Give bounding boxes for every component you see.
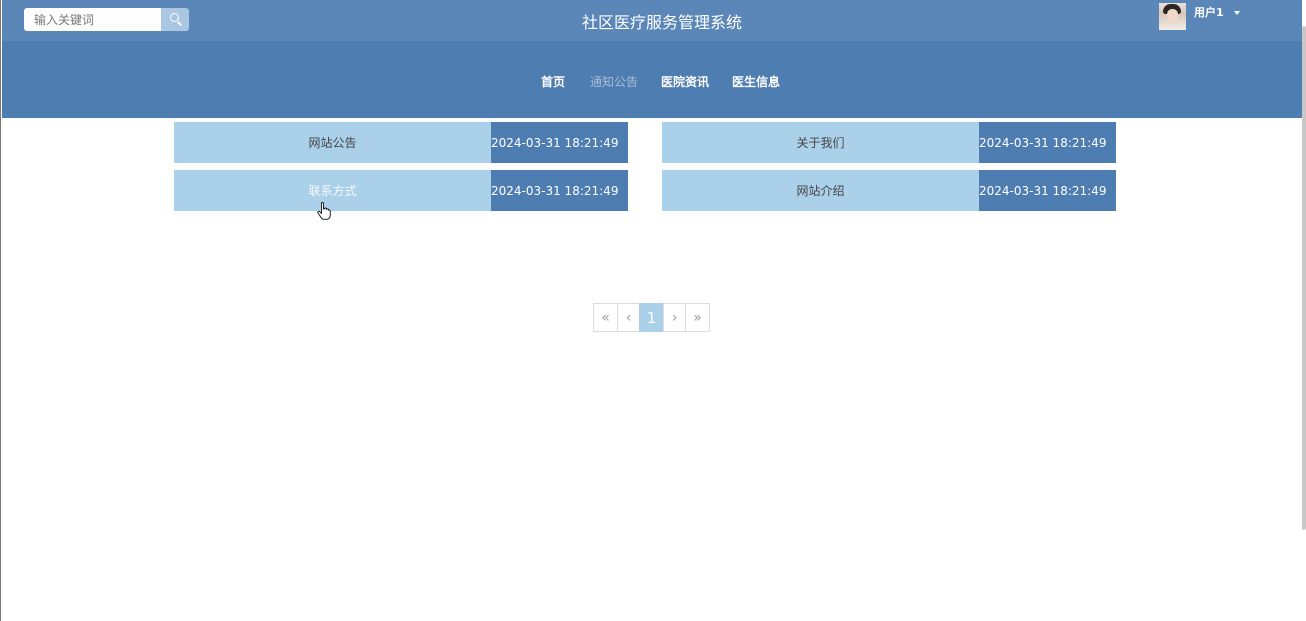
nav-item-hospital-news[interactable]: 医院资讯 [661,73,709,90]
user-name: 用户1 [1194,6,1224,19]
top-bar: 社区医疗服务管理系统 用户1 [2,0,1302,41]
notice-title: 网站介绍 [662,170,979,211]
header: 社区医疗服务管理系统 用户1 首页 通知公告 医院资讯 医生信息 [2,0,1302,118]
notice-date: 2024-03-31 18:21:49 [979,170,1116,211]
notice-date: 2024-03-31 18:21:49 [491,170,628,211]
notice-item[interactable]: 关于我们 2024-03-31 18:21:49 [662,122,1116,163]
notice-title: 联系方式 [174,170,491,211]
last-page-button[interactable]: » [685,303,710,332]
first-page-button[interactable]: « [593,303,618,332]
avatar [1159,3,1186,30]
notice-date: 2024-03-31 18:21:49 [979,122,1116,163]
prev-page-button[interactable]: ‹ [617,303,640,332]
notice-item[interactable]: 网站公告 2024-03-31 18:21:49 [174,122,628,163]
main-nav: 首页 通知公告 医院资讯 医生信息 [2,73,1302,91]
scrollbar[interactable] [1302,26,1306,530]
caret-down-icon [1233,11,1240,15]
hand-cursor-icon [317,202,331,220]
site-title: 社区医疗服务管理系统 [581,13,742,32]
notice-title: 关于我们 [662,122,979,163]
nav-item-doctor-info[interactable]: 医生信息 [732,73,780,90]
notice-item[interactable]: 联系方式 2024-03-31 18:21:49 [174,170,628,211]
nav-item-notices[interactable]: 通知公告 [590,73,638,90]
user-menu[interactable]: 用户1 [1159,3,1240,31]
notice-date: 2024-03-31 18:21:49 [491,122,628,163]
notice-item[interactable]: 网站介绍 2024-03-31 18:21:49 [662,170,1116,211]
nav-item-home[interactable]: 首页 [541,73,565,90]
next-page-button[interactable]: › [663,303,686,332]
pagination: « ‹ 1 › » [593,303,710,332]
page-1-button[interactable]: 1 [639,303,664,332]
notice-title: 网站公告 [174,122,491,163]
page: 社区医疗服务管理系统 用户1 首页 通知公告 医院资讯 医生信息 网站公告 20… [0,0,1306,621]
